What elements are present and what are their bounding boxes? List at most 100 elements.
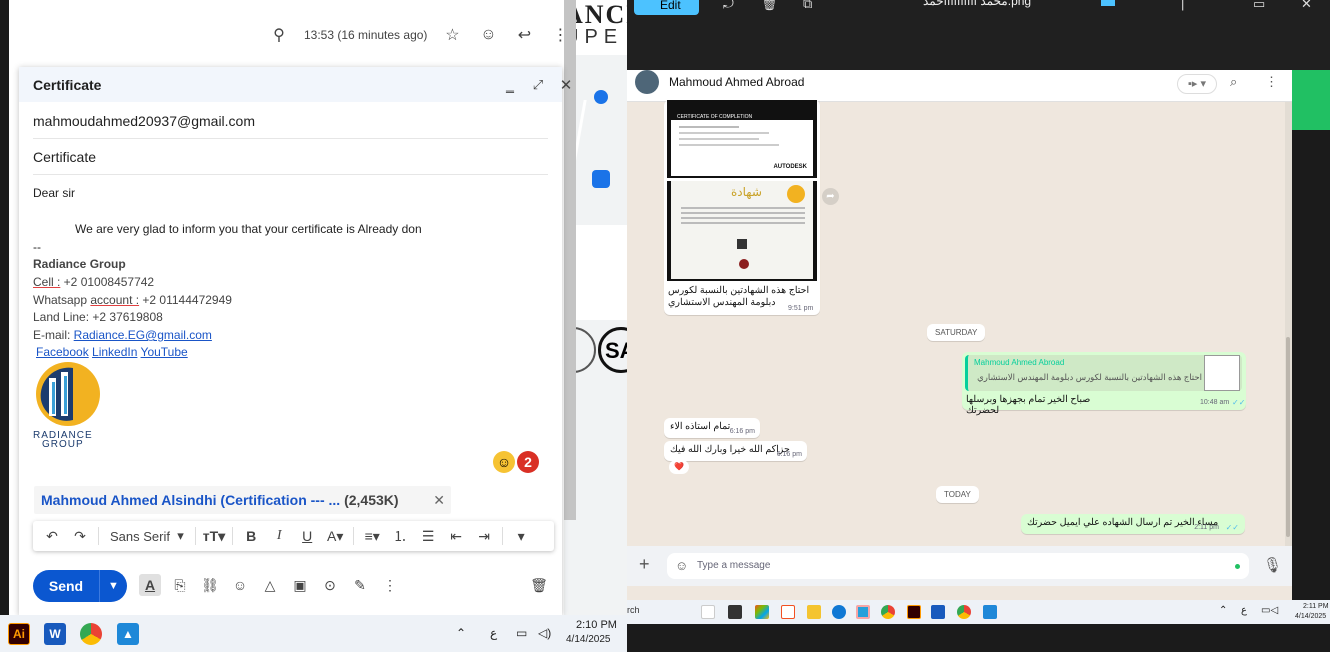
network-volume-icons[interactable]: ▭◁ <box>1261 605 1278 616</box>
tray-chevron-icon-2[interactable]: ⌃ <box>1219 605 1227 616</box>
illustrator-icon[interactable]: Ai <box>8 623 30 645</box>
text-color-icon[interactable]: A▾ <box>322 523 348 549</box>
remove-attachment-icon[interactable]: ✕ <box>433 486 445 514</box>
tb-icon-1[interactable] <box>701 605 715 619</box>
bulleted-list-icon[interactable]: ☰ <box>415 523 441 549</box>
more-formatting-icon[interactable]: ▾ <box>508 523 534 549</box>
incoming-message-2[interactable]: جزاكم الله خيرا وبارك الله فيك 6:16 pm <box>664 441 807 461</box>
certificate-image-1[interactable]: CERTIFICATE OF COMPLETION AUTODESK <box>667 100 817 178</box>
numbered-list-icon[interactable]: ⒈ <box>387 523 413 549</box>
confidential-mode-icon[interactable]: ⊙ <box>319 574 341 596</box>
tray-date[interactable]: 4/14/2025 <box>566 634 611 645</box>
chrome-icon-2[interactable] <box>881 605 895 619</box>
tray-time-2[interactable]: 2:11 PM <box>1303 603 1329 610</box>
image-message[interactable]: CERTIFICATE OF COMPLETION AUTODESK شهادة <box>664 100 820 315</box>
align-icon[interactable]: ≡▾ <box>359 523 385 549</box>
send-options-chevron-icon[interactable]: ▼ <box>99 570 127 602</box>
font-select[interactable]: Sans Serif ▾ <box>104 523 190 549</box>
indent-more-icon[interactable]: ⇥ <box>471 523 497 549</box>
file-explorer-icon[interactable] <box>807 605 821 619</box>
edit-file-icon[interactable] <box>1101 0 1115 6</box>
reply-icon[interactable]: ↩ <box>513 24 535 46</box>
expand-icon[interactable]: ⤢ <box>527 74 549 96</box>
avatar[interactable] <box>635 70 659 94</box>
signature-icon[interactable]: ✎ <box>349 574 371 596</box>
outgoing-message-reply[interactable]: Mahmoud Ahmed Abroad احتاج هذه الشهادتين… <box>962 352 1246 416</box>
tray-chevron-icon[interactable]: ⌃ <box>456 626 466 640</box>
word-icon-2[interactable] <box>931 605 945 619</box>
insert-photo-icon[interactable]: ▣ <box>289 574 311 596</box>
chrome-icon[interactable] <box>80 623 102 645</box>
video-meet-icon[interactable] <box>592 170 610 188</box>
heart-reaction-icon[interactable]: ❤️ <box>669 460 689 474</box>
copilot-icon[interactable] <box>755 605 769 619</box>
edge-icon[interactable] <box>832 605 846 619</box>
photos-icon[interactable]: ▲ <box>117 623 139 645</box>
search-icon[interactable]: ⌕ <box>1230 74 1237 90</box>
attach-plus-icon[interactable]: + <box>639 554 650 575</box>
attachment-chip[interactable]: Mahmoud Ahmed Alsindhi (Certification --… <box>34 486 451 514</box>
insert-emoji-icon[interactable]: ☺ <box>229 574 251 596</box>
delete-icon[interactable]: 🗑 <box>761 0 778 12</box>
word-icon[interactable]: W <box>44 623 66 645</box>
emoji-react-icon[interactable]: ☺ <box>477 24 499 46</box>
body-greeting[interactable]: Dear sir <box>33 186 75 200</box>
outgoing-message-2[interactable]: مساء الخير تم ارسال الشهاده علي ايميل حض… <box>1021 514 1245 534</box>
body-main[interactable]: We are very glad to inform you that your… <box>75 222 422 236</box>
illustrator-icon-2[interactable] <box>907 605 921 619</box>
more-vert-icon[interactable]: ⋮ <box>549 24 571 46</box>
discard-draft-icon[interactable]: 🗑 <box>528 574 550 596</box>
emoji-icon[interactable]: ☺ <box>493 451 515 473</box>
indent-less-icon[interactable]: ⇤ <box>443 523 469 549</box>
forward-icon[interactable]: ➦ <box>822 188 839 205</box>
subject-field[interactable]: Certificate <box>33 139 548 175</box>
attachment-name[interactable]: Mahmoud Ahmed Alsindhi (Certification --… <box>41 492 340 508</box>
send-button[interactable]: Send <box>33 570 99 602</box>
chat-scrollbar[interactable] <box>1285 102 1292 547</box>
quoted-message[interactable]: Mahmoud Ahmed Abroad احتاج هذه الشهادتين… <box>965 355 1242 391</box>
more-options-icon[interactable]: ⋮ <box>379 574 401 596</box>
undo-icon[interactable]: ↶ <box>39 523 65 549</box>
video-call-icon[interactable]: ▪▸ ▾ <box>1177 74 1217 94</box>
minimize-icon[interactable]: ‗ <box>499 74 521 96</box>
email-link[interactable]: Radiance.EG@gmail.com <box>74 328 212 342</box>
youtube-link[interactable]: YouTube <box>141 345 188 359</box>
window-close-icon[interactable]: ✕ <box>1301 0 1312 12</box>
taskbar-search[interactable]: rch <box>627 605 640 615</box>
emoji-picker-icon[interactable]: ☺ <box>675 558 688 573</box>
crop-icon[interactable]: ⧉ <box>803 0 812 12</box>
font-size-icon[interactable]: тT▾ <box>201 523 227 549</box>
message-input[interactable]: Type a message <box>667 553 1249 579</box>
task-view-icon[interactable] <box>728 605 742 619</box>
close-icon[interactable]: ✕ <box>555 74 577 96</box>
incoming-message-1[interactable]: تمام استاذه الاء 6:16 pm <box>664 418 760 438</box>
tray-date-2[interactable]: 4/14/2025 <box>1295 613 1326 620</box>
facebook-link[interactable]: Facebook <box>36 345 89 359</box>
snip-icon[interactable] <box>781 605 795 619</box>
photos-icon-2[interactable] <box>983 605 997 619</box>
volume-icon[interactable]: ◁) <box>538 626 551 640</box>
menu-icon[interactable]: ⋮ <box>1265 74 1278 90</box>
notification-badge[interactable]: 2 <box>517 451 539 473</box>
rotate-icon[interactable]: ⤾ <box>723 0 734 12</box>
notepad-icon[interactable] <box>856 605 870 619</box>
attach-file-icon[interactable]: ⎘ <box>169 574 191 596</box>
formatting-options-icon[interactable]: A <box>139 574 161 596</box>
chrome-icon-3[interactable] <box>957 605 971 619</box>
restore-icon[interactable]: ▭ <box>1253 0 1265 12</box>
certificate-image-2[interactable]: شهادة <box>667 181 817 281</box>
redo-icon[interactable]: ↷ <box>67 523 93 549</box>
microphone-icon[interactable]: 🎙 <box>1263 556 1282 574</box>
insert-link-icon[interactable]: ⛓ <box>199 574 221 596</box>
linkedin-link[interactable]: LinkedIn <box>92 345 137 359</box>
tray-lang[interactable]: ع <box>490 626 497 640</box>
drive-icon[interactable]: △ <box>259 574 281 596</box>
star-icon[interactable]: ☆ <box>441 24 463 46</box>
tray-time[interactable]: 2:10 PM <box>576 619 617 631</box>
edit-button[interactable]: Edit <box>634 0 699 15</box>
tray-lang-2[interactable]: ع <box>1241 605 1247 616</box>
network-icon[interactable]: ▭ <box>516 626 527 640</box>
contact-name[interactable]: Mahmoud Ahmed Abroad <box>669 75 804 89</box>
bold-icon[interactable]: B <box>238 523 264 549</box>
underline-icon[interactable]: U <box>294 523 320 549</box>
